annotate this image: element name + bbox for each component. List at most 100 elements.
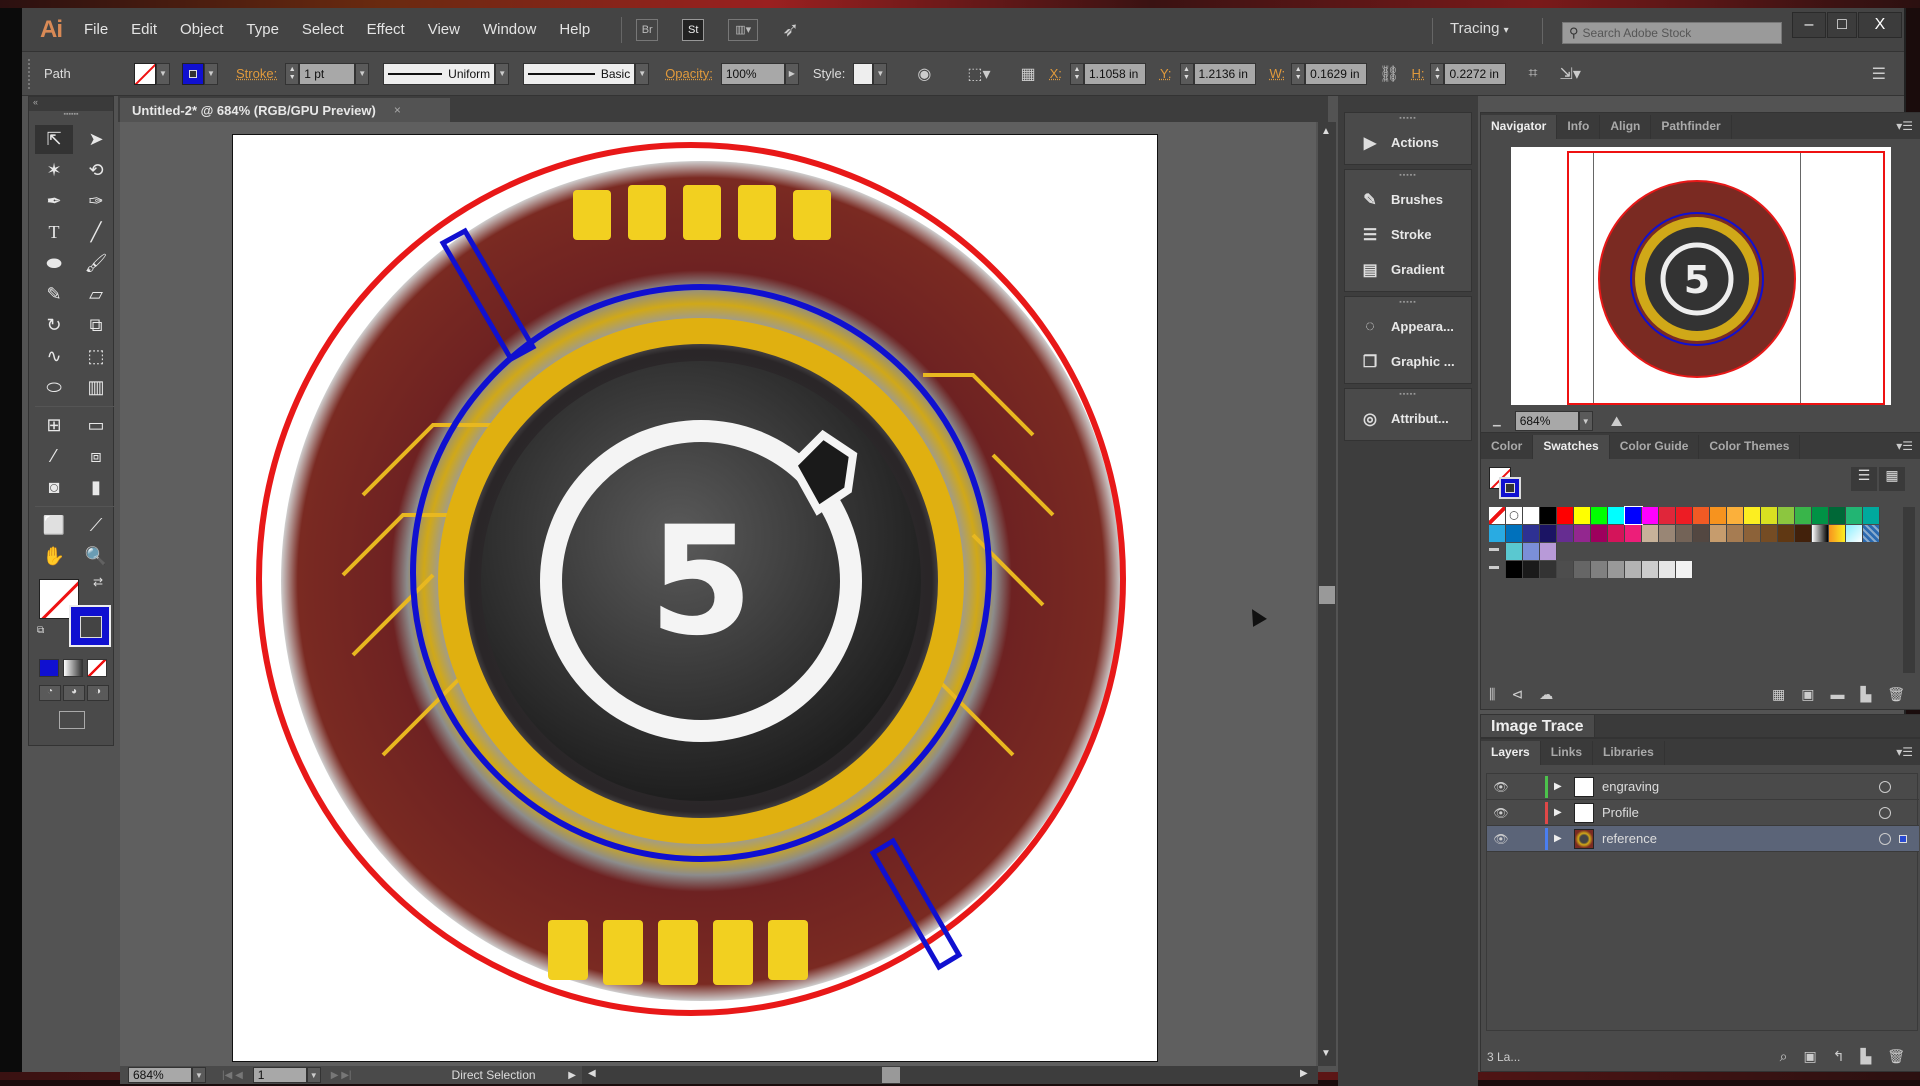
layer-target-icon[interactable] xyxy=(1879,806,1891,819)
paintbrush-tool-icon[interactable]: 🖌 xyxy=(77,249,115,278)
menu-type[interactable]: Type xyxy=(246,21,279,38)
swatch[interactable] xyxy=(1727,525,1744,542)
swatch[interactable] xyxy=(1829,507,1846,524)
perspective-grid-tool-icon[interactable]: ▥ xyxy=(77,373,115,402)
new-color-group-icon[interactable]: ▬ xyxy=(1830,686,1844,703)
swatch[interactable] xyxy=(1795,507,1812,524)
w-input[interactable]: 0.1629 in xyxy=(1305,62,1368,85)
swatch[interactable] xyxy=(1574,561,1591,578)
eraser-tool-icon[interactable]: ▱ xyxy=(77,280,115,309)
symbol-sprayer-tool-icon[interactable]: ◙ xyxy=(35,473,73,502)
swatch[interactable] xyxy=(1523,507,1540,524)
swatch[interactable] xyxy=(1846,507,1863,524)
maximize-button[interactable]: □ xyxy=(1827,12,1857,38)
layer-target-icon[interactable] xyxy=(1879,832,1891,845)
swatch[interactable] xyxy=(1778,507,1795,524)
ellipse-tool-icon[interactable]: ⬬ xyxy=(35,249,73,278)
panel-menu-icon[interactable]: ▾☰ xyxy=(1896,439,1913,453)
swatch[interactable] xyxy=(1608,525,1625,542)
gradient-mode-button[interactable] xyxy=(63,659,83,677)
navigator-view-box[interactable] xyxy=(1567,151,1885,405)
layer-name[interactable]: reference xyxy=(1602,831,1657,846)
swatch[interactable] xyxy=(1846,525,1863,542)
transform-reference-icon[interactable]: ⬚▾ xyxy=(967,64,990,84)
swatch[interactable] xyxy=(1608,507,1625,524)
direct-selection-tool-icon[interactable]: ➤ xyxy=(77,125,115,154)
swatch[interactable] xyxy=(1676,525,1693,542)
draw-behind-icon[interactable]: ◕ xyxy=(63,685,85,701)
menu-help[interactable]: Help xyxy=(559,21,590,38)
panel-button-attributes[interactable]: ◎ Attribut... xyxy=(1345,401,1471,436)
cloud-libraries-icon[interactable]: ☁ xyxy=(1539,686,1553,703)
panel-button-brushes[interactable]: ✎ Brushes xyxy=(1345,182,1471,217)
swatch[interactable] xyxy=(1608,561,1625,578)
swatch[interactable] xyxy=(1540,507,1557,524)
brush-dropdown[interactable]: ▼ xyxy=(635,62,650,85)
color-mode-button[interactable] xyxy=(39,659,59,677)
vertical-scrollbar[interactable]: ▲ ▼ xyxy=(1318,122,1336,1066)
navigator-zoom-input[interactable]: 684% xyxy=(1514,411,1579,431)
visibility-eye-icon[interactable]: 👁 xyxy=(1487,806,1515,820)
swatch[interactable] xyxy=(1829,525,1846,542)
swatch[interactable] xyxy=(1574,507,1591,524)
w-stepper[interactable]: ▲ ▼ xyxy=(1291,62,1306,85)
hand-tool-icon[interactable]: ✋ xyxy=(35,542,73,571)
canvas-area[interactable]: 5 xyxy=(120,122,1316,1066)
make-clipping-mask-icon[interactable]: ▣ xyxy=(1803,1048,1816,1065)
swatch[interactable] xyxy=(1863,525,1880,542)
swatch-stroke-indicator[interactable] xyxy=(1499,477,1521,499)
recolor-artwork-icon[interactable]: ◉ xyxy=(917,64,931,84)
swatch[interactable] xyxy=(1624,506,1643,525)
vertical-scroll-thumb[interactable] xyxy=(1319,586,1335,604)
y-stepper[interactable]: ▲ ▼ xyxy=(1179,62,1194,85)
zoom-tool-icon[interactable]: 🔍 xyxy=(77,542,115,571)
swatch[interactable] xyxy=(1761,507,1778,524)
swatch-options-icon[interactable]: ▣ xyxy=(1801,686,1814,703)
tab-color-guide[interactable]: Color Guide xyxy=(1610,435,1700,459)
swatch[interactable] xyxy=(1506,525,1523,542)
tab-color-themes[interactable]: Color Themes xyxy=(1699,435,1801,459)
menu-edit[interactable]: Edit xyxy=(131,21,157,38)
visibility-eye-icon[interactable]: 👁 xyxy=(1487,832,1515,846)
collapse-tools-button[interactable]: « xyxy=(29,97,113,111)
type-tool-icon[interactable]: T xyxy=(35,218,73,247)
first-artboard-icon[interactable]: |◀ ◀ xyxy=(222,1070,243,1081)
swatch[interactable] xyxy=(1540,525,1557,542)
gradient-tool-icon[interactable]: ▭ xyxy=(77,411,115,440)
panel-menu-icon[interactable]: ▾☰ xyxy=(1896,119,1913,133)
close-tab-icon[interactable]: × xyxy=(394,103,401,117)
scroll-up-icon[interactable]: ▲ xyxy=(1321,126,1331,137)
workspace-switcher[interactable]: Tracing ▾ xyxy=(1450,20,1509,37)
menu-view[interactable]: View xyxy=(428,21,460,38)
zoom-dropdown[interactable]: ▼ xyxy=(192,1067,206,1083)
free-transform-tool-icon[interactable]: ⬚ xyxy=(77,342,115,371)
minimize-button[interactable]: – xyxy=(1792,12,1826,38)
stroke-weight-dropdown[interactable]: ▼ xyxy=(355,62,370,85)
drag-handle[interactable]: ▪▪▪▪▪▪ xyxy=(29,111,113,119)
zoom-in-icon[interactable]: ⛰ xyxy=(1611,413,1623,430)
fill-swatch-button[interactable] xyxy=(134,62,156,85)
last-artboard-icon[interactable]: ▶ ▶| xyxy=(331,1070,352,1081)
magic-wand-tool-icon[interactable]: ✶ xyxy=(35,156,73,185)
swatch[interactable] xyxy=(1659,525,1676,542)
zoom-out-icon[interactable]: ▁ xyxy=(1493,416,1501,427)
line-tool-icon[interactable]: ╱ xyxy=(77,218,115,247)
tab-links[interactable]: Links xyxy=(1541,741,1594,765)
shape-builder-tool-icon[interactable]: ⬭ xyxy=(35,373,73,402)
brush-definition[interactable]: Basic xyxy=(523,62,636,85)
horizontal-scroll-thumb[interactable] xyxy=(882,1067,900,1083)
swatch[interactable] xyxy=(1506,561,1523,578)
rotate-tool-icon[interactable]: ↻ xyxy=(35,311,73,340)
width-tool-icon[interactable]: ∿ xyxy=(35,342,73,371)
stroke-label[interactable]: Stroke: xyxy=(236,66,277,81)
slice-tool-icon[interactable]: ⟋ xyxy=(77,511,115,540)
swatch[interactable] xyxy=(1710,525,1727,542)
selection-tool-icon[interactable]: ⇱ xyxy=(35,125,73,154)
swatch[interactable] xyxy=(1540,561,1557,578)
panel-button-stroke[interactable]: ☰ Stroke xyxy=(1345,217,1471,252)
swatch[interactable] xyxy=(1625,561,1642,578)
swatch[interactable] xyxy=(1489,525,1506,542)
close-button[interactable]: X xyxy=(1858,12,1902,38)
selection-indicator[interactable] xyxy=(1899,834,1907,843)
grid-view-button[interactable]: ▦ xyxy=(1879,467,1905,491)
